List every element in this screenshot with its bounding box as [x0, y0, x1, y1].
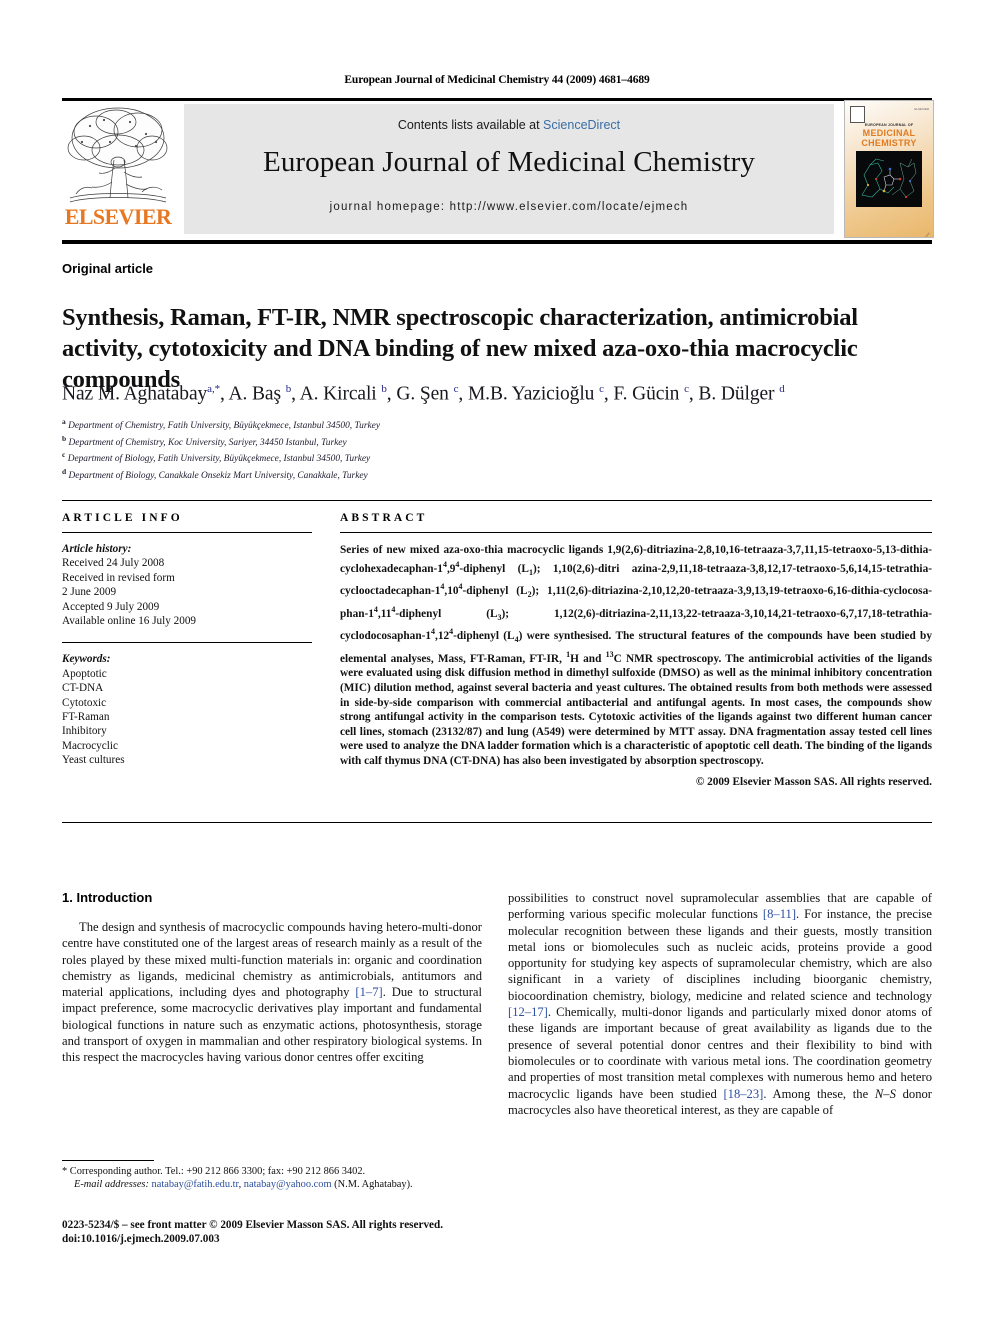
abstract-heading: ABSTRACT [340, 512, 428, 524]
affiliation-marker: b [62, 433, 67, 443]
contents-available-line: Contents lists available at ScienceDirec… [184, 118, 834, 132]
contents-prefix: Contents lists available at [397, 118, 544, 132]
abstract-band-top-rule [62, 500, 932, 501]
masthead-panel: Contents lists available at ScienceDirec… [184, 104, 834, 234]
cover-elsevier-mark-icon [850, 106, 865, 123]
keywords-label: Keywords: [62, 653, 111, 666]
article-history-label: Article history: [62, 543, 132, 555]
footnote-rule [62, 1160, 154, 1161]
keyword-item: Inhibitory [62, 725, 107, 738]
journal-cover-thumbnail: ELSEVIER EUROPEAN JOURNAL OF MEDICINAL C… [844, 100, 934, 238]
abstract-band-bottom-rule [62, 822, 932, 823]
article-history-item: Received 24 July 2008 [62, 557, 165, 570]
keyword-item: Yeast cultures [62, 754, 125, 767]
abstract-copyright: © 2009 Elsevier Masson SAS. All rights r… [695, 775, 932, 788]
keyword-item: FT-Raman [62, 711, 110, 724]
introduction-paragraph-left: The design and synthesis of macrocyclic … [62, 920, 482, 1065]
elsevier-wordmark: ELSEVIER [64, 204, 172, 229]
cover-journal-line: EUROPEAN JOURNAL OF [864, 123, 914, 127]
body-column-left: 1. Introduction The design and synthesis… [62, 890, 482, 1066]
article-history-block: Article history: Received 24 July 2008 Re… [62, 542, 312, 628]
corresponding-author-note: * Corresponding author. Tel.: +90 212 86… [62, 1166, 366, 1177]
article-history-items: Received 24 July 2008 Received in revised… [62, 556, 312, 628]
elsevier-tree-icon [66, 102, 170, 208]
page-title: Synthesis, Raman, FT-IR, NMR spectroscop… [62, 304, 858, 394]
article-info-heading: ARTICLE INFO [62, 512, 183, 524]
article-history-item: Accepted 9 July 2009 [62, 600, 160, 613]
imprint-front-matter: 0223-5234/$ – see front matter © 2009 El… [62, 1219, 444, 1231]
masthead-bottom-rule [62, 240, 932, 244]
body-column-right: possibilities to construct novel supramo… [508, 890, 932, 1118]
affiliation-marker: a [62, 417, 66, 426]
article-history-item: Received in revised form [62, 571, 175, 584]
cover-spine-note: ScienceDirect [916, 232, 931, 237]
keyword-item: CT-DNA [62, 682, 104, 695]
footnote-block: * Corresponding author. Tel.: +90 212 86… [62, 1165, 482, 1192]
keyword-items: Apoptotic CT-DNA Cytotoxic FT-Raman Inhibito… [62, 667, 312, 768]
introduction-heading: 1. Introduction [62, 890, 153, 905]
keyword-item: Cytotoxic [62, 696, 107, 709]
affiliation-item: d Department of Biology, Canakkale Onsek… [62, 466, 368, 481]
keywords-block: Keywords: Apoptotic CT-DNA Cytotoxic FT-Ram… [62, 652, 312, 767]
affiliation-marker: d [62, 466, 67, 476]
running-head: European Journal of Medicinal Chemistry … [344, 74, 650, 86]
affiliation-item: b Department of Chemistry, Koc Universit… [62, 433, 347, 448]
affiliation-item: a Department of Chemistry, Fatih Univers… [62, 417, 381, 432]
imprint-doi: doi:10.1016/j.ejmech.2009.07.003 [62, 1233, 220, 1245]
cover-corner-note: ELSEVIER [914, 107, 929, 111]
journal-title: European Journal of Medicinal Chemistry [263, 146, 755, 178]
affiliation-item: c Department of Biology, Fatih Universit… [62, 450, 371, 465]
journal-masthead: ELSEVIER Contents lists available at Sci… [62, 98, 934, 238]
article-info-column: ARTICLE INFO Article history: Received 2… [62, 512, 312, 768]
keywords-rule [62, 642, 312, 644]
email-addresses-note: E-mail addresses: natabay@fatih.edu.tr, … [74, 1179, 413, 1191]
cover-title-line2: CHEMISTRY [861, 137, 917, 148]
keyword-item: Macrocyclic [62, 739, 118, 752]
author-list: Naz M. Aghatabaya,*, A. Baş b, A. Kircal… [62, 383, 785, 405]
cover-molecular-artwork [856, 151, 922, 207]
article-history-item: Available online 16 July 2009 [62, 615, 197, 628]
affiliation-list: a Department of Chemistry, Fatih Univers… [62, 416, 662, 482]
introduction-paragraph-right: possibilities to construct novel supramo… [508, 891, 932, 1117]
sciencedirect-link[interactable]: ScienceDirect [543, 118, 620, 132]
elsevier-logo: ELSEVIER [62, 102, 174, 236]
abstract-column: ABSTRACT Series of new mixed aza-oxo-thi… [340, 512, 932, 788]
article-type-label: Original article [62, 261, 154, 276]
imprint-block: 0223-5234/$ – see front matter © 2009 El… [62, 1218, 492, 1246]
abstract-body: Series of new mixed aza-oxo-thia macrocy… [340, 544, 932, 767]
article-info-rule [62, 532, 312, 533]
keyword-item: Apoptotic [62, 667, 107, 680]
abstract-rule [340, 532, 932, 533]
affiliation-marker: c [62, 450, 66, 460]
article-page: European Journal of Medicinal Chemistry … [0, 0, 992, 1323]
journal-homepage-link[interactable]: journal homepage: http://www.elsevier.co… [184, 201, 834, 213]
cover-title: MEDICINAL CHEMISTRY [845, 128, 933, 148]
article-history-item: 2 June 2009 [62, 586, 117, 599]
